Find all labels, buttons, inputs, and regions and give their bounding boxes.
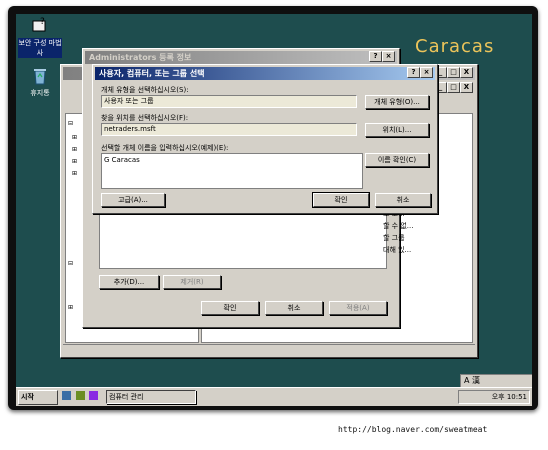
properties-dialog-titlebar: Administrators 등록 정보 (85, 51, 397, 64)
desktop-brand-text: Caracas (415, 36, 495, 57)
desktop-icon-label: 보안 구성 마법사 (18, 38, 62, 58)
apply-button[interactable]: 적용(A) (329, 301, 387, 315)
tree-node-icon[interactable]: ⊟ (68, 260, 73, 267)
inner-maximize-button[interactable]: □ (447, 82, 460, 93)
ok-button[interactable]: 확인 (312, 192, 370, 208)
svg-text:?: ? (40, 17, 45, 27)
cancel-button[interactable]: 취소 (265, 301, 323, 315)
security-wizard-icon: ? (32, 17, 46, 32)
object-names-input[interactable]: G Caracas (101, 153, 363, 189)
help-button[interactable]: ? (407, 67, 420, 78)
quick-launch[interactable] (62, 391, 102, 403)
tree-node-icon[interactable]: ⊞ (72, 158, 77, 165)
names-label: 선택할 개체 이름을 입력하십시오(예제)(E): (101, 144, 229, 152)
location-button[interactable]: 위치(L)... (365, 123, 429, 137)
ok-button[interactable]: 확인 (201, 301, 259, 315)
tree-node-icon[interactable]: ⊟ (68, 120, 73, 127)
desktop-icon-recycle-bin[interactable]: 휴지통 (18, 66, 62, 98)
select-dialog-titlebar: 사용자, 컴퓨터, 또는 그룹 선택 (95, 67, 435, 80)
check-names-button[interactable]: 이름 확인(C) (365, 153, 429, 167)
help-button[interactable]: ? (369, 51, 382, 62)
select-users-dialog[interactable]: 사용자, 컴퓨터, 또는 그룹 선택 ? × 개체 유형을 선택하십시오(S):… (92, 64, 438, 214)
watermark-url: http://blog.naver.com/sweatmeat (338, 425, 488, 434)
inner-close-button[interactable]: X (460, 82, 473, 93)
ime-bar[interactable]: A 漢 (460, 374, 532, 388)
object-type-field: 사용자 또는 그룹 (101, 95, 357, 108)
status-bar (63, 344, 475, 355)
start-button[interactable]: 시작 (18, 390, 58, 405)
side-text: 할 그룹 (383, 234, 405, 242)
system-clock: 오후 10:51 (458, 390, 530, 404)
recycle-bin-icon (34, 69, 46, 85)
tree-node-icon[interactable]: ⊞ (72, 170, 77, 177)
close-button[interactable]: × (382, 51, 395, 62)
maximize-button[interactable]: □ (447, 67, 460, 78)
taskbar-task-computer-management[interactable]: 컴퓨터 관리 (106, 390, 196, 404)
location-field: netraders.msft (101, 123, 357, 136)
remove-button[interactable]: 제거(R) (163, 275, 221, 289)
side-text: 할 수 없... (383, 222, 414, 230)
explorer-icon[interactable] (89, 391, 99, 400)
tree-node-icon[interactable]: ⊞ (72, 146, 77, 153)
cancel-button[interactable]: 취소 (375, 193, 431, 207)
object-type-button[interactable]: 개체 유형(O)... (365, 95, 429, 109)
desktop: Caracas ? 보안 구성 마법사 휴지통 _ □ X _ □ X ⊟ ⊞ … (16, 14, 532, 406)
desktop-icon[interactable] (75, 391, 85, 400)
browser-icon[interactable] (62, 391, 71, 400)
object-type-label: 개체 유형을 선택하십시오(S): (101, 86, 189, 94)
tree-node-icon[interactable]: ⊞ (68, 304, 73, 311)
close-button[interactable]: X (460, 67, 473, 78)
side-text: 대해 있... (383, 246, 412, 254)
advanced-button[interactable]: 고급(A)... (101, 193, 165, 207)
desktop-icon-security-wizard[interactable]: ? 보안 구성 마법사 (18, 16, 62, 58)
location-label: 찾을 위치를 선택하십시오(F): (101, 114, 189, 122)
tree-node-icon[interactable]: ⊞ (72, 134, 77, 141)
add-button[interactable]: 추가(D)... (99, 275, 159, 289)
taskbar: 시작 컴퓨터 관리 오후 10:51 (16, 387, 532, 406)
close-button[interactable]: × (420, 67, 433, 78)
desktop-icon-label: 휴지통 (30, 89, 50, 97)
